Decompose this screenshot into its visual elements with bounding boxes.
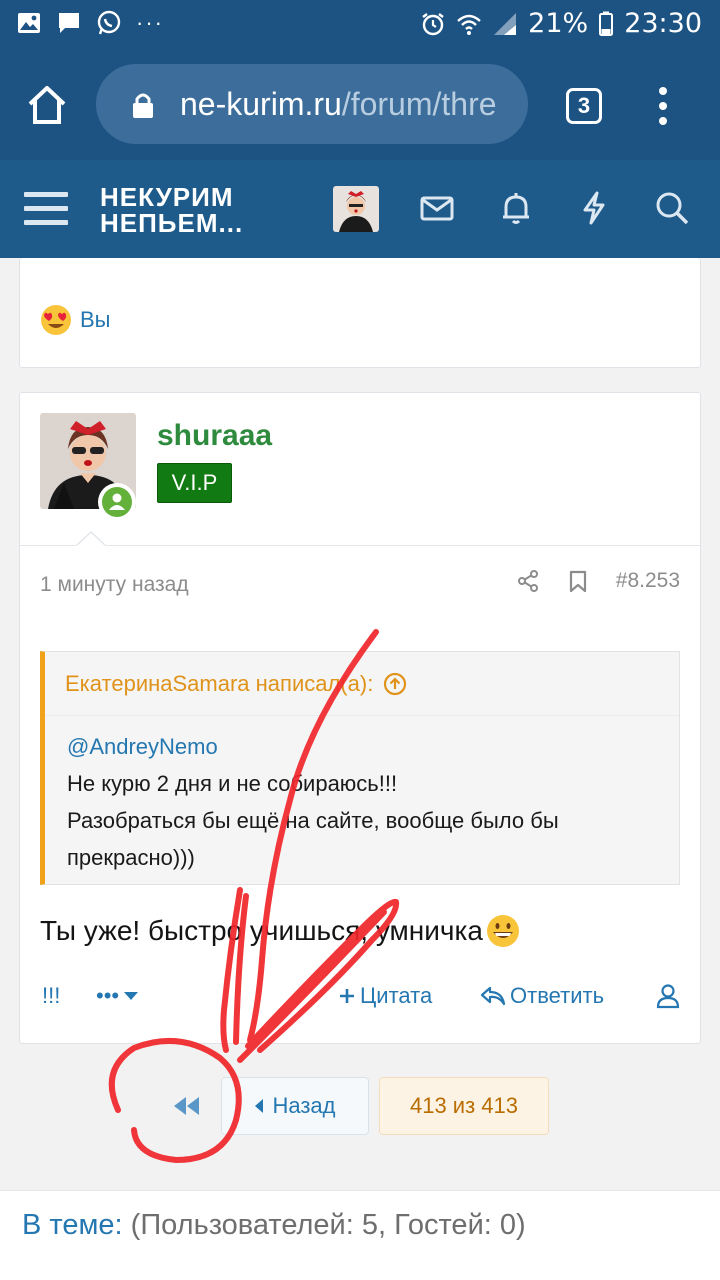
post-time[interactable]: 1 минуту назад <box>40 573 189 597</box>
reply-icon <box>480 986 506 1006</box>
signal-icon <box>494 12 517 35</box>
post-card: shuraaa V.I.P 1 минуту назад #8.253 Екат… <box>19 392 701 1044</box>
plus-icon <box>340 989 354 1003</box>
grinning-emoji-icon <box>486 915 519 947</box>
user-avatar[interactable] <box>333 186 379 232</box>
reaction-label: Вы <box>80 307 111 332</box>
address-bar[interactable]: ne-kurim.ru/forum/thre <box>96 64 528 144</box>
more-actions-label: ••• <box>96 983 120 1008</box>
user-icon[interactable] <box>656 983 680 1009</box>
divider-notch <box>76 531 106 547</box>
double-arrow-left-icon <box>174 1097 199 1115</box>
post-meta-actions: #8.253 <box>516 569 680 593</box>
previous-post-card: Вы <box>19 258 701 368</box>
search-icon[interactable] <box>654 190 690 226</box>
post-number[interactable]: #8.253 <box>616 569 680 593</box>
status-overflow: ··· <box>136 10 164 35</box>
page-indicator[interactable]: 413 из 413 <box>379 1077 549 1135</box>
quote-button[interactable]: Цитата <box>338 983 432 1009</box>
more-actions-button[interactable]: ••• <box>96 983 139 1009</box>
arrow-up-circle-icon[interactable] <box>383 672 407 696</box>
status-bar: ··· 21% 23:30 <box>0 0 720 50</box>
url-domain: ne-kurim.ru <box>180 86 342 122</box>
post-actions-bar: !!! ••• Цитата Ответить <box>40 983 680 1013</box>
menu-icon[interactable] <box>24 190 68 226</box>
battery-icon <box>599 11 614 36</box>
quote-mention[interactable]: @AndreyNemo <box>67 728 559 765</box>
lock-icon <box>133 93 153 118</box>
quote-block: ЕкатеринаSamara написал(а): @AndreyNemo … <box>40 651 680 885</box>
clock: 23:30 <box>624 8 702 39</box>
browser-toolbar: ne-kurim.ru/forum/thre 3 <box>0 50 720 160</box>
message-icon <box>59 13 79 33</box>
whatsapp-icon <box>97 10 121 35</box>
tab-switcher-button[interactable]: 3 <box>566 88 602 124</box>
quote-body: @AndreyNemo Не курю 2 дня и не собираюсь… <box>67 728 559 876</box>
site-logo[interactable]: НЕКУРИМ НЕПЬЕМ... <box>100 184 243 236</box>
home-icon[interactable] <box>24 82 70 128</box>
reply-button-label: Ответить <box>510 983 605 1008</box>
quote-line-3: прекрасно))) <box>67 845 195 870</box>
thread-viewers-label: В теме: <box>22 1209 123 1241</box>
reply-button[interactable]: Ответить <box>480 983 604 1009</box>
first-page-button[interactable] <box>160 1076 212 1136</box>
whats-new-icon[interactable] <box>576 190 612 226</box>
battery-percent: 21% <box>528 8 589 39</box>
previous-page-label: Назад <box>272 1093 336 1118</box>
thread-viewers-footer: В теме: (Пользователей: 5, Гостей: 0) <box>0 1190 720 1280</box>
arrow-left-icon <box>255 1099 264 1113</box>
heart-eyes-emoji-icon <box>41 305 71 335</box>
gallery-icon <box>18 13 40 33</box>
browser-menu-icon[interactable] <box>656 86 670 126</box>
notifications-icon[interactable] <box>498 190 534 226</box>
previous-page-button[interactable]: Назад <box>221 1077 369 1135</box>
post-divider <box>20 545 700 546</box>
user-title-badge: V.I.P <box>157 463 232 503</box>
author-username[interactable]: shuraaa <box>157 419 272 453</box>
thread-viewers-value: (Пользователей: 5, Гостей: 0) <box>122 1209 526 1241</box>
online-status-badge <box>98 483 136 521</box>
thread-viewers-text: В теме: (Пользователей: 5, Гостей: 0) <box>22 1209 526 1242</box>
share-icon[interactable] <box>516 569 540 593</box>
alarm-icon <box>422 12 444 35</box>
chevron-down-icon <box>124 992 139 1000</box>
logo-line-2: НЕПЬЕМ... <box>100 208 244 238</box>
reaction-summary[interactable]: Вы <box>40 304 111 336</box>
bookmark-icon[interactable] <box>566 569 590 593</box>
url-text: ne-kurim.ru/forum/thre <box>180 86 497 123</box>
quote-button-label: Цитата <box>360 983 433 1008</box>
logo-line-1: НЕКУРИМ <box>100 182 234 212</box>
wifi-icon <box>457 14 481 35</box>
url-path: /forum/thre <box>341 86 497 122</box>
site-header: НЕКУРИМ НЕПЬЕМ... <box>0 160 720 258</box>
quote-header[interactable]: ЕкатеринаSamara написал(а): <box>45 652 679 716</box>
post-message: Ты уже! быстро учишься, умничка <box>40 913 521 949</box>
quote-author: ЕкатеринаSamara написал(а): <box>65 670 374 696</box>
user-online-icon <box>109 493 125 510</box>
quote-line-2: Разобраться бы ещё на сайте, вообще было… <box>67 808 559 833</box>
quote-line-1: Не курю 2 дня и не собираюсь!!! <box>67 771 398 796</box>
post-message-text: Ты уже! быстро учишься, умничка <box>40 915 483 946</box>
report-button[interactable]: !!! <box>42 983 60 1009</box>
messages-icon[interactable] <box>419 190 455 226</box>
